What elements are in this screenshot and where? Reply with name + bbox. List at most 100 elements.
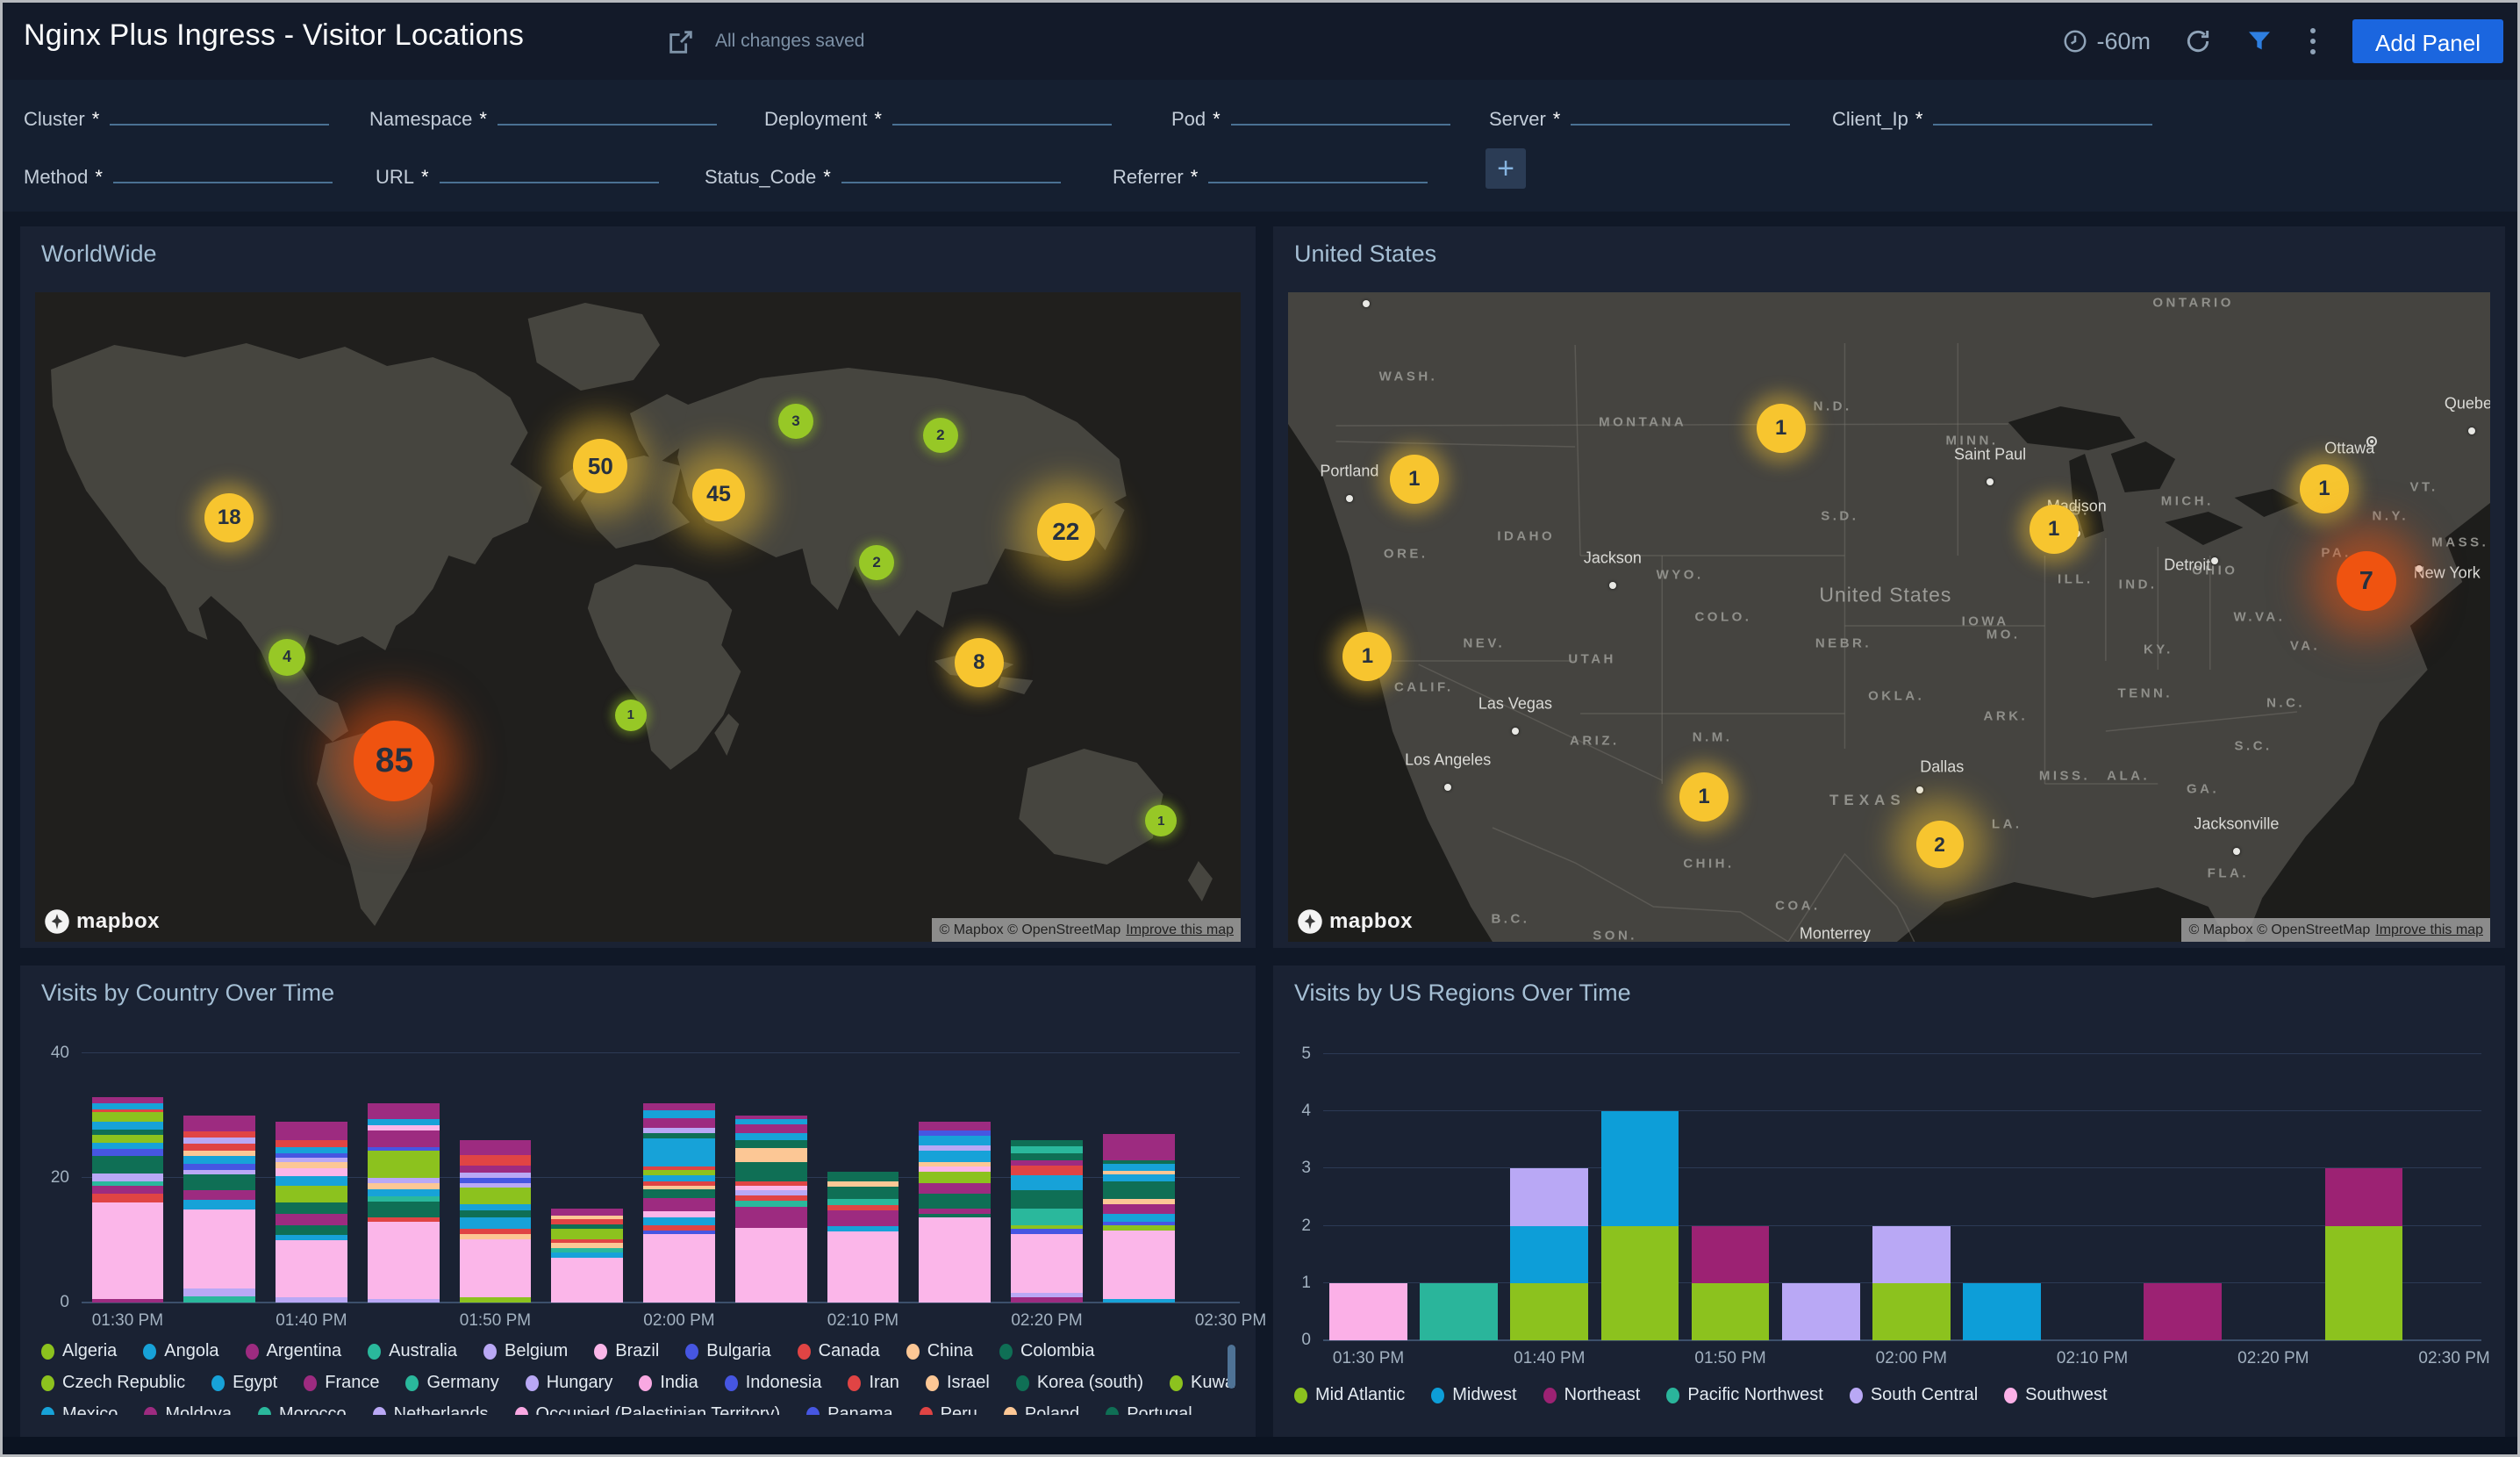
legend-item-belgium[interactable]: Belgium	[483, 1341, 568, 1361]
legend-item-mexico[interactable]: Mexico	[41, 1404, 118, 1415]
refresh-button[interactable]	[2184, 27, 2212, 55]
legend-item-india[interactable]: India	[639, 1373, 698, 1393]
filter-input-method[interactable]	[113, 157, 333, 183]
chart-bar[interactable]	[1872, 1226, 1951, 1340]
map-bubble[interactable]: 1	[615, 700, 647, 731]
legend-item-brazil[interactable]: Brazil	[594, 1341, 659, 1361]
chart-bar[interactable]	[1601, 1111, 1679, 1340]
legend-item-australia[interactable]: Australia	[368, 1341, 457, 1361]
worldwide-map[interactable]: 18485504532218221 mapbox © Mapbox © Open…	[35, 292, 1241, 942]
map-bubble[interactable]: 4	[268, 639, 305, 676]
chart-bar[interactable]	[2144, 1283, 2222, 1340]
chart-bar[interactable]	[643, 1103, 715, 1303]
legend-item-algeria[interactable]: Algeria	[41, 1341, 117, 1361]
legend-item-portugal[interactable]: Portugal	[1106, 1404, 1192, 1415]
map-bubble[interactable]: 2	[923, 418, 958, 453]
filter-input-deployment[interactable]	[892, 99, 1112, 126]
legend-item-colombia[interactable]: Colombia	[999, 1341, 1094, 1361]
chart-bar[interactable]	[368, 1103, 440, 1303]
legend-item-china[interactable]: China	[906, 1341, 973, 1361]
legend-item-mid-atlantic[interactable]: Mid Atlantic	[1294, 1385, 1405, 1405]
legend-item-czech-republic[interactable]: Czech Republic	[41, 1373, 185, 1393]
map-bubble[interactable]: 1	[1390, 455, 1439, 504]
map-bubble[interactable]: 50	[573, 439, 627, 493]
chart-bar[interactable]	[183, 1116, 255, 1303]
legend-item-kuwait[interactable]: Kuwait	[1170, 1373, 1235, 1393]
legend-item-midwest[interactable]: Midwest	[1431, 1385, 1516, 1405]
chart-bar[interactable]	[2325, 1168, 2403, 1340]
map-bubble[interactable]: 8	[955, 638, 1004, 687]
map-bubble[interactable]: 1	[1145, 805, 1177, 836]
chart-bar[interactable]	[1420, 1283, 1498, 1340]
mapbox-logo[interactable]: mapbox	[1297, 908, 1413, 935]
chart-bar[interactable]	[1782, 1283, 1860, 1340]
mapbox-logo[interactable]: mapbox	[44, 908, 160, 935]
legend-scrollbar[interactable]	[1228, 1345, 1235, 1389]
map-bubble[interactable]: 1	[1757, 404, 1806, 453]
map-bubble[interactable]: 1	[1342, 632, 1392, 681]
legend-item-northeast[interactable]: Northeast	[1543, 1385, 1641, 1405]
filter-input-status-code[interactable]	[841, 157, 1061, 183]
filter-input-referrer[interactable]	[1208, 157, 1428, 183]
chart-bar[interactable]	[1692, 1226, 1770, 1340]
legend-item-poland[interactable]: Poland	[1004, 1404, 1079, 1415]
map-bubble[interactable]: 1	[1679, 772, 1729, 822]
chart-bar[interactable]	[92, 1097, 164, 1303]
more-options-button[interactable]	[2307, 25, 2319, 58]
legend-item-indonesia[interactable]: Indonesia	[725, 1373, 822, 1393]
share-icon[interactable]	[666, 27, 696, 57]
map-bubble[interactable]: 85	[354, 721, 434, 801]
map-bubble[interactable]: 2	[1916, 821, 1964, 868]
map-bubble[interactable]: 18	[204, 493, 254, 542]
legend-item-south-central[interactable]: South Central	[1850, 1385, 1978, 1405]
add-panel-button[interactable]: Add Panel	[2352, 19, 2503, 63]
map-bubble[interactable]: 45	[692, 469, 745, 521]
legend-item-israel[interactable]: Israel	[926, 1373, 990, 1393]
improve-map-link[interactable]: Improve this map	[1126, 922, 1234, 938]
map-bubble[interactable]: 2	[859, 545, 894, 580]
chart-bar[interactable]	[460, 1140, 532, 1303]
chart-bar[interactable]	[1329, 1283, 1407, 1340]
chart-bar[interactable]	[1103, 1134, 1175, 1303]
chart-bar[interactable]	[1011, 1140, 1083, 1303]
chart-bar[interactable]	[735, 1116, 807, 1303]
legend-item-argentina[interactable]: Argentina	[246, 1341, 342, 1361]
legend-item-hungary[interactable]: Hungary	[526, 1373, 613, 1393]
legend-item-bulgaria[interactable]: Bulgaria	[685, 1341, 770, 1361]
filter-input-pod[interactable]	[1231, 99, 1450, 126]
chart-bar[interactable]	[276, 1122, 347, 1303]
filter-input-client-ip[interactable]	[1933, 99, 2152, 126]
add-filter-button[interactable]: +	[1486, 148, 1526, 189]
us-map[interactable]: WASH.MONTANAN.D.S.D.MINN.WIS.MICH.ORE.ID…	[1288, 292, 2490, 942]
legend-item-morocco[interactable]: Morocco	[258, 1404, 347, 1415]
legend-item-iran[interactable]: Iran	[848, 1373, 898, 1393]
map-bubble[interactable]: 7	[2337, 551, 2396, 611]
legend-item-pacific-northwest[interactable]: Pacific Northwest	[1666, 1385, 1823, 1405]
legend-item-southwest[interactable]: Southwest	[2004, 1385, 2107, 1405]
legend-item-occupied-palestinian-territory-[interactable]: Occupied (Palestinian Territory)	[515, 1404, 781, 1415]
filter-button[interactable]	[2245, 27, 2273, 55]
filter-input-namespace[interactable]	[498, 99, 717, 126]
map-bubble[interactable]: 1	[2300, 464, 2349, 513]
map-bubble[interactable]: 1	[2030, 505, 2079, 554]
chart-bar[interactable]	[1510, 1168, 1588, 1340]
time-range-button[interactable]: -60m	[2062, 28, 2151, 55]
legend-item-peru[interactable]: Peru	[920, 1404, 977, 1415]
chart-bar[interactable]	[1963, 1283, 2041, 1340]
legend-item-germany[interactable]: Germany	[405, 1373, 498, 1393]
chart-bar[interactable]	[551, 1209, 623, 1303]
filter-input-cluster[interactable]	[110, 99, 329, 126]
filter-input-url[interactable]	[440, 157, 659, 183]
legend-item-moldova[interactable]: Moldova	[144, 1404, 232, 1415]
map-bubble[interactable]: 3	[778, 404, 813, 439]
legend-item-netherlands[interactable]: Netherlands	[373, 1404, 489, 1415]
improve-map-link[interactable]: Improve this map	[2375, 922, 2483, 938]
legend-item-korea-south-[interactable]: Korea (south)	[1016, 1373, 1143, 1393]
legend-item-egypt[interactable]: Egypt	[211, 1373, 277, 1393]
legend-item-angola[interactable]: Angola	[143, 1341, 218, 1361]
chart-bar[interactable]	[919, 1122, 991, 1303]
filter-input-server[interactable]	[1571, 99, 1790, 126]
legend-item-canada[interactable]: Canada	[798, 1341, 880, 1361]
legend-item-france[interactable]: France	[304, 1373, 379, 1393]
legend-item-panama[interactable]: Panama	[806, 1404, 893, 1415]
